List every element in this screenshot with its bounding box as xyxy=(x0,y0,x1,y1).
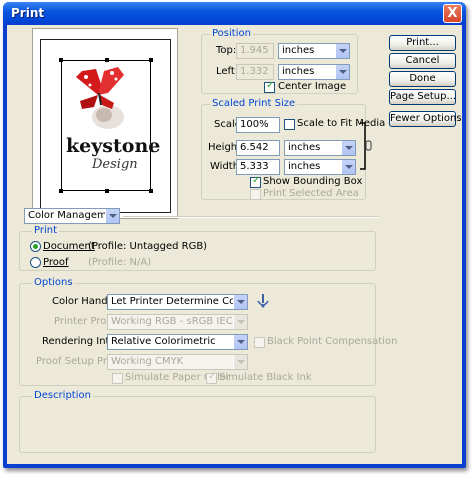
scale-input[interactable]: 100% xyxy=(236,117,280,133)
printer-profile-select[interactable]: Working RGB - sRGB IEC61966-2.1 xyxy=(107,314,248,330)
chevron-down-icon[interactable] xyxy=(233,295,247,309)
print-preview-frame: keystone Design xyxy=(32,28,178,219)
chevron-down-icon[interactable] xyxy=(233,335,247,349)
scale-to-fit-label: Scale to Fit Media xyxy=(297,118,386,129)
options-group: Options Color Handling: Let Printer Dete… xyxy=(19,277,397,386)
cancel-button[interactable]: Cancel xyxy=(389,53,456,69)
printer-profile-value: Working RGB - sRGB IEC61966-2.1 xyxy=(111,316,247,327)
proof-setup-preset-select[interactable]: Working CMYK xyxy=(107,354,248,370)
height-unit-value: inches xyxy=(288,142,321,153)
done-button[interactable]: Done xyxy=(389,71,456,87)
simulate-black-ink-label: Simulate Black Ink xyxy=(219,372,312,383)
description-group: Description xyxy=(19,390,376,453)
proof-setup-preset-value: Working CMYK xyxy=(111,356,184,367)
chevron-down-icon[interactable] xyxy=(341,141,355,155)
bounding-box[interactable]: keystone Design xyxy=(59,58,160,193)
center-image-label: Center Image xyxy=(278,81,347,92)
butterfly-image xyxy=(76,67,124,129)
height-input[interactable]: 6.542 xyxy=(236,140,280,156)
chevron-down-icon[interactable] xyxy=(233,315,247,329)
logo-text-main: keystone xyxy=(66,135,161,157)
chevron-down-icon[interactable] xyxy=(335,65,349,79)
top-unit-select[interactable]: inches xyxy=(278,43,350,59)
print-dialog-window: Print X keystone Design Position Top: 1.… xyxy=(3,2,466,468)
print-selected-area-checkbox[interactable] xyxy=(250,189,261,200)
proof-profile: (Profile: N/A) xyxy=(88,257,152,268)
description-group-label: Description xyxy=(32,390,93,401)
simulate-paper-color-checkbox[interactable] xyxy=(112,373,123,384)
scaled-print-size-label: Scaled Print Size xyxy=(210,98,298,109)
logo-text-sub: Design xyxy=(92,157,138,172)
print-source-group: Print Document (Profile: Untagged RGB) P… xyxy=(19,225,376,271)
document-profile: (Profile: Untagged RGB) xyxy=(88,241,208,252)
separator-line xyxy=(123,216,379,218)
simulate-black-ink-checkbox[interactable] xyxy=(206,371,217,384)
dialog-body: keystone Design Position Top: 1.945 inch… xyxy=(7,25,462,464)
bbox-handle-tl[interactable] xyxy=(59,58,63,62)
proof-label: Proof xyxy=(43,257,69,268)
top-label: Top: xyxy=(216,45,237,56)
black-point-compensation-label: Black Point Compensation xyxy=(267,336,398,347)
chevron-down-icon[interactable] xyxy=(341,160,355,174)
left-label: Left: xyxy=(216,66,239,77)
chevron-down-icon[interactable] xyxy=(105,209,119,223)
show-bounding-box-label: Show Bounding Box xyxy=(263,176,363,187)
print-button[interactable]: Print... xyxy=(389,35,456,51)
options-group-label: Options xyxy=(32,277,75,288)
bbox-handle-bm[interactable] xyxy=(105,189,109,193)
rendering-intent-value: Relative Colorimetric xyxy=(111,336,216,347)
center-image-checkbox[interactable] xyxy=(264,80,275,93)
chevron-down-icon[interactable] xyxy=(233,355,247,369)
print-source-label: Print xyxy=(32,225,60,236)
fewer-options-button[interactable]: Fewer Options xyxy=(389,111,462,127)
bbox-handle-br[interactable] xyxy=(149,189,153,193)
rendering-intent-select[interactable]: Relative Colorimetric xyxy=(107,334,248,350)
width-input[interactable]: 5.333 xyxy=(236,159,280,175)
black-point-compensation-checkbox[interactable] xyxy=(254,337,265,348)
position-group: Position Top: 1.945 inches Left: 1.332 i… xyxy=(201,28,358,94)
close-icon[interactable]: X xyxy=(443,4,462,23)
position-group-label: Position xyxy=(210,28,253,39)
document-radio[interactable] xyxy=(30,241,41,252)
width-unit-value: inches xyxy=(288,161,321,172)
color-handling-select[interactable]: Let Printer Determine Colors xyxy=(107,294,248,310)
left-input[interactable]: 1.332 xyxy=(236,64,274,80)
bbox-handle-bl[interactable] xyxy=(59,189,63,193)
chevron-down-icon[interactable] xyxy=(335,44,349,58)
window-title: Print xyxy=(11,6,45,20)
color-management-select[interactable]: Color Management xyxy=(24,208,120,224)
color-handling-value: Let Printer Determine Colors xyxy=(111,296,248,307)
top-unit-value: inches xyxy=(282,45,315,56)
page-setup-button[interactable]: Page Setup... xyxy=(389,89,456,105)
scale-to-fit-checkbox[interactable] xyxy=(284,119,295,130)
height-unit-select[interactable]: inches xyxy=(284,140,356,156)
top-input[interactable]: 1.945 xyxy=(236,43,274,59)
print-selected-area-label: Print Selected Area xyxy=(263,188,359,199)
link-icon[interactable] xyxy=(360,121,372,171)
show-bounding-box-checkbox[interactable] xyxy=(250,175,261,188)
width-unit-select[interactable]: inches xyxy=(284,159,356,175)
scaled-print-size-group: Scaled Print Size Scale: 100% Scale to F… xyxy=(201,98,385,200)
warning-icon xyxy=(257,294,269,308)
preview-page: keystone Design xyxy=(40,39,171,213)
left-unit-value: inches xyxy=(282,66,315,77)
bbox-handle-tr[interactable] xyxy=(149,58,153,62)
left-unit-select[interactable]: inches xyxy=(278,64,350,80)
bbox-handle-tm[interactable] xyxy=(105,58,109,62)
title-bar[interactable]: Print X xyxy=(3,2,466,25)
proof-radio[interactable] xyxy=(30,257,41,268)
